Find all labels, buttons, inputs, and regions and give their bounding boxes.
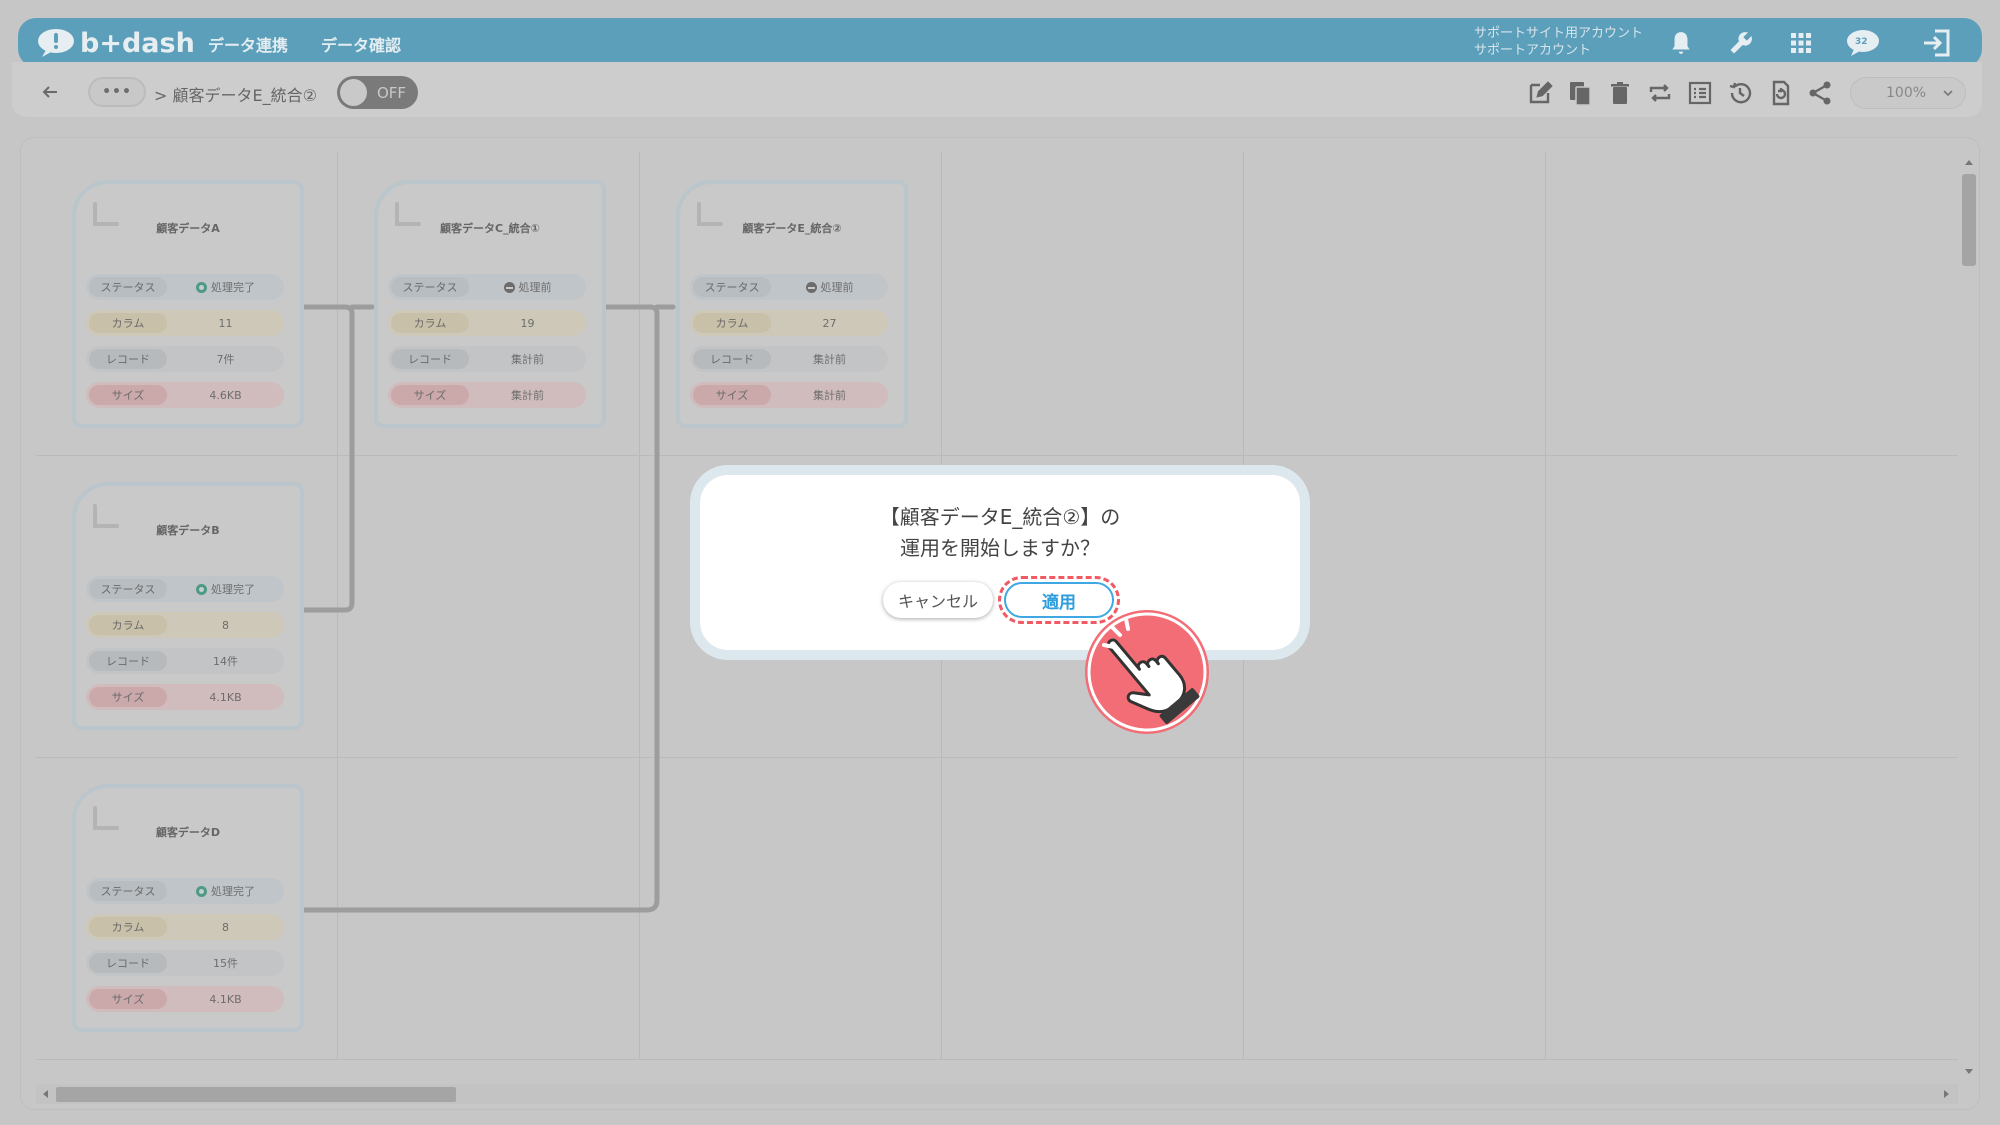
dialog-message: 【顧客データE_統合②】の 運用を開始しますか？ [700, 502, 1300, 564]
data-card-d[interactable]: 顧客データD ステータス 処理完了 カラム 8 レコード 15件 サイズ 4.1KB [72, 784, 304, 1032]
dialog-message-line1: 【顧客データE_統合②】の [879, 505, 1121, 529]
record-value: 集計前 [511, 353, 544, 366]
status-pending-icon [805, 281, 817, 293]
status-row: ステータス 処理前 [690, 274, 888, 300]
record-row: レコード 集計前 [690, 346, 888, 372]
data-card-e[interactable]: 顧客データE_統合② ステータス 処理前 カラム 27 レコード 集計前 サイズ 集計前 [676, 180, 908, 428]
record-key: レコード [89, 349, 167, 369]
column-row: カラム 8 [86, 914, 284, 940]
scroll-left-icon[interactable] [40, 1088, 50, 1100]
status-key: ステータス [89, 579, 167, 599]
status-row: ステータス 処理完了 [86, 576, 284, 602]
column-value: 11 [218, 316, 233, 330]
record-value: 14件 [213, 655, 238, 668]
column-row: カラム 27 [690, 310, 888, 336]
scroll-down-icon[interactable] [1963, 1067, 1975, 1077]
record-row: レコード 集計前 [388, 346, 586, 372]
size-value: 集計前 [813, 389, 846, 402]
column-key: カラム [89, 313, 167, 333]
size-value: 4.6KB [209, 388, 242, 402]
column-key: カラム [693, 313, 771, 333]
record-key: レコード [89, 651, 167, 671]
record-row: レコード 15件 [86, 950, 284, 976]
size-key: サイズ [391, 385, 469, 405]
column-key: カラム [391, 313, 469, 333]
size-value: 集計前 [511, 389, 544, 402]
record-value: 15件 [213, 957, 238, 970]
column-value: 8 [222, 920, 229, 934]
column-row: カラム 19 [388, 310, 586, 336]
card-title: 顧客データA [156, 222, 220, 235]
record-row: レコード 7件 [86, 346, 284, 372]
status-done-icon [196, 281, 207, 293]
status-row: ステータス 処理完了 [86, 878, 284, 904]
status-done-icon [196, 583, 207, 595]
size-key: サイズ [89, 687, 167, 707]
column-value: 19 [520, 316, 535, 330]
status-row: ステータス 処理完了 [86, 274, 284, 300]
status-value: 処理前 [820, 281, 854, 294]
record-key: レコード [693, 349, 771, 369]
status-done-icon [196, 885, 207, 897]
record-key: レコード [89, 953, 167, 973]
status-key: ステータス [89, 881, 167, 901]
status-key: ステータス [89, 277, 167, 297]
column-value: 27 [822, 316, 837, 330]
scroll-up-icon[interactable] [1963, 157, 1975, 167]
size-row: サイズ 4.1KB [86, 986, 284, 1012]
horizontal-scroll-thumb[interactable] [56, 1087, 456, 1102]
column-row: カラム 8 [86, 612, 284, 638]
data-card-a[interactable]: 顧客データA ステータス 処理完了 カラム 11 レコード 7件 サイズ 4.6KB [72, 180, 304, 428]
status-key: ステータス [391, 277, 469, 297]
data-card-b[interactable]: 顧客データB ステータス 処理完了 カラム 8 レコード 14件 サイズ 4.1KB [72, 482, 304, 730]
cancel-button[interactable]: キャンセル [883, 582, 993, 618]
card-title: 顧客データB [156, 524, 220, 537]
status-row: ステータス 処理前 [388, 274, 586, 300]
status-value: 処理前 [518, 281, 552, 294]
record-value: 集計前 [813, 353, 846, 366]
hand-pointer-icon [1085, 610, 1209, 734]
status-value: 処理完了 [211, 281, 255, 294]
record-key: レコード [391, 349, 469, 369]
data-card-c[interactable]: 顧客データC_統合① ステータス 処理前 カラム 19 レコード 集計前 サイズ 集計前 [374, 180, 606, 428]
card-title: 顧客データC_統合① [440, 222, 540, 235]
size-key: サイズ [693, 385, 771, 405]
status-value: 処理完了 [211, 885, 255, 898]
column-key: カラム [89, 917, 167, 937]
size-row: サイズ 4.1KB [86, 684, 284, 710]
size-key: サイズ [89, 989, 167, 1009]
vertical-scroll-thumb[interactable] [1962, 174, 1976, 266]
size-row: サイズ 集計前 [690, 382, 888, 408]
status-value: 処理完了 [211, 583, 255, 596]
column-value: 8 [222, 618, 229, 632]
size-row: サイズ 4.6KB [86, 382, 284, 408]
record-value: 7件 [216, 353, 235, 366]
column-key: カラム [89, 615, 167, 635]
card-title: 顧客データE_統合② [742, 222, 842, 235]
scroll-right-icon[interactable] [1942, 1088, 1952, 1100]
record-row: レコード 14件 [86, 648, 284, 674]
column-row: カラム 11 [86, 310, 284, 336]
size-key: サイズ [89, 385, 167, 405]
size-value: 4.1KB [209, 992, 242, 1006]
vertical-scrollbar[interactable] [1958, 155, 1980, 1083]
status-key: ステータス [693, 277, 771, 297]
status-pending-icon [503, 281, 515, 293]
dialog-message-line2: 運用を開始しますか？ [900, 536, 1100, 560]
size-row: サイズ 集計前 [388, 382, 586, 408]
size-value: 4.1KB [209, 690, 242, 704]
card-title: 顧客データD [155, 826, 221, 839]
